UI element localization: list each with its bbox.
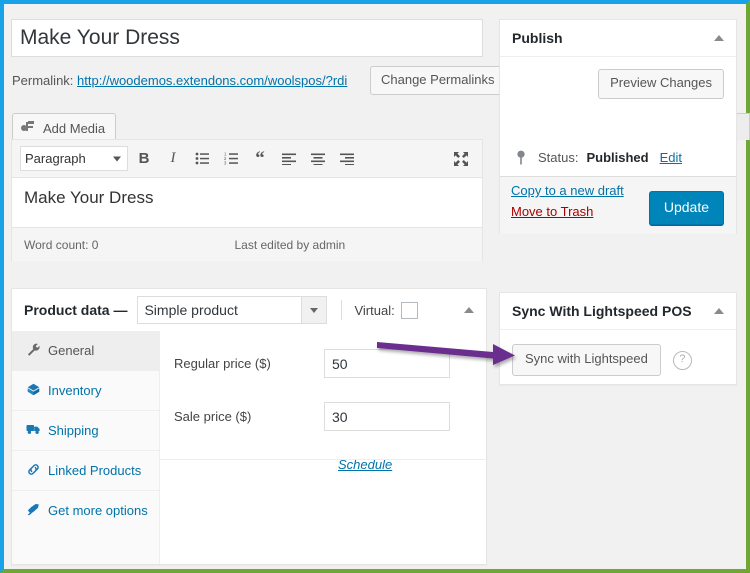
- status-value: Published: [586, 150, 649, 165]
- publish-footer: Copy to a new draft Move to Trash Update: [500, 176, 736, 234]
- status-edit-link[interactable]: Edit: [660, 150, 682, 165]
- publish-body: Preview Changes Status: Published Edit C…: [500, 57, 736, 234]
- regular-price-row: Regular price ($): [160, 349, 486, 378]
- change-permalinks-button[interactable]: Change Permalinks: [370, 66, 506, 95]
- bold-icon[interactable]: B: [131, 146, 157, 172]
- tab-label: Linked Products: [48, 463, 142, 478]
- help-icon[interactable]: ?: [672, 350, 692, 370]
- divider: [341, 300, 343, 320]
- sale-price-row: Sale price ($): [160, 402, 486, 431]
- post-title-input[interactable]: [11, 19, 483, 57]
- product-general-panel: Regular price ($) Sale price ($) Schedul…: [160, 331, 486, 564]
- product-data-title: Product data —: [24, 302, 128, 318]
- chevron-down-icon: [113, 156, 121, 161]
- chevron-down-icon: [301, 297, 327, 323]
- tab-shipping[interactable]: Shipping: [12, 411, 159, 451]
- sale-price-input[interactable]: [324, 402, 450, 431]
- collapse-toggle-icon[interactable]: [714, 308, 724, 314]
- add-media-label: Add Media: [43, 121, 106, 136]
- sync-with-lightspeed-button[interactable]: Sync with Lightspeed: [512, 344, 661, 376]
- permalink-url-link[interactable]: http://woodemos.extendons.com/woolspos/?…: [77, 73, 347, 88]
- fullscreen-icon[interactable]: [450, 148, 472, 170]
- product-data-tab-list: General Inventory Shipping Linked Produc…: [12, 331, 160, 564]
- collapse-toggle-icon[interactable]: [714, 35, 724, 41]
- rocket-icon: [26, 503, 41, 516]
- wrench-icon: [26, 343, 41, 356]
- product-data-panel: Product data — Simple product Virtual: G…: [11, 288, 487, 565]
- content-editor: Paragraph B I 1 2 3 “ Make Your Dress Wo…: [11, 139, 483, 261]
- wordpress-edit-product-screen: Permalink: http://woodemos.extendons.com…: [0, 0, 750, 573]
- publish-header: Publish: [500, 20, 736, 57]
- status-label: Status:: [538, 150, 579, 165]
- product-data-header: Product data — Simple product Virtual:: [12, 289, 486, 332]
- tab-label: General: [48, 343, 95, 358]
- last-edited-label: Last edited by admin: [234, 237, 346, 252]
- editor-toolbar: Paragraph B I 1 2 3 “: [12, 140, 482, 178]
- sync-title: Sync With Lightspeed POS: [512, 303, 692, 319]
- permalink-label: Permalink:: [12, 73, 74, 88]
- italic-icon[interactable]: I: [160, 146, 186, 172]
- editor-status-bar: Word count: 0 Last edited by admin: [12, 227, 482, 261]
- move-to-trash-link[interactable]: Move to Trash: [511, 204, 593, 219]
- virtual-checkbox[interactable]: [400, 301, 418, 319]
- regular-price-label: Regular price ($): [174, 356, 271, 371]
- product-data-body: General Inventory Shipping Linked Produc…: [12, 331, 486, 564]
- sync-lightspeed-panel: Sync With Lightspeed POS Sync with Light…: [499, 292, 737, 385]
- editor-content-area[interactable]: Make Your Dress: [12, 178, 482, 227]
- sale-price-label: Sale price ($): [174, 409, 252, 424]
- regular-price-input[interactable]: [324, 349, 450, 378]
- tab-get-more-options[interactable]: Get more options: [12, 491, 159, 530]
- publish-panel: Publish Preview Changes Status: Publishe…: [499, 19, 737, 234]
- divider: [160, 459, 486, 460]
- update-button[interactable]: Update: [648, 191, 724, 225]
- post-title-wrapper: [11, 19, 483, 57]
- publish-status-row: Status: Published Edit: [512, 150, 682, 165]
- collapse-toggle-icon[interactable]: [464, 307, 474, 313]
- tab-label: Get more options: [48, 503, 148, 518]
- tab-inventory[interactable]: Inventory: [12, 371, 159, 411]
- align-center-icon[interactable]: [305, 146, 331, 172]
- virtual-label: Virtual:: [354, 302, 395, 318]
- publish-title: Publish: [512, 30, 563, 46]
- sync-body: Sync with Lightspeed ?: [500, 330, 736, 390]
- sync-header: Sync With Lightspeed POS: [500, 293, 736, 330]
- align-right-icon[interactable]: [334, 146, 360, 172]
- product-type-value: Simple product: [144, 302, 238, 318]
- numbered-list-icon[interactable]: 1 2 3: [218, 146, 244, 172]
- tab-label: Shipping: [48, 423, 99, 438]
- align-left-icon[interactable]: [276, 146, 302, 172]
- word-count-label: Word count: 0: [24, 237, 99, 252]
- truck-icon: [26, 423, 41, 435]
- bullet-list-icon[interactable]: [189, 146, 215, 172]
- preview-changes-button[interactable]: Preview Changes: [598, 69, 724, 99]
- tab-general[interactable]: General: [12, 331, 159, 371]
- tab-label: Inventory: [48, 383, 102, 398]
- tab-linked-products[interactable]: Linked Products: [12, 451, 159, 491]
- pin-icon: [512, 150, 530, 165]
- product-type-select[interactable]: Simple product: [137, 296, 328, 324]
- format-select-value: Paragraph: [25, 151, 86, 166]
- copy-to-new-draft-link[interactable]: Copy to a new draft: [511, 183, 624, 198]
- link-icon: [26, 463, 41, 476]
- media-note-icon: [21, 121, 37, 136]
- svg-text:3: 3: [224, 161, 227, 165]
- virtual-field: Virtual:: [354, 301, 418, 319]
- box-icon: [26, 383, 41, 396]
- format-select[interactable]: Paragraph: [20, 146, 128, 171]
- blockquote-icon[interactable]: “: [247, 146, 273, 172]
